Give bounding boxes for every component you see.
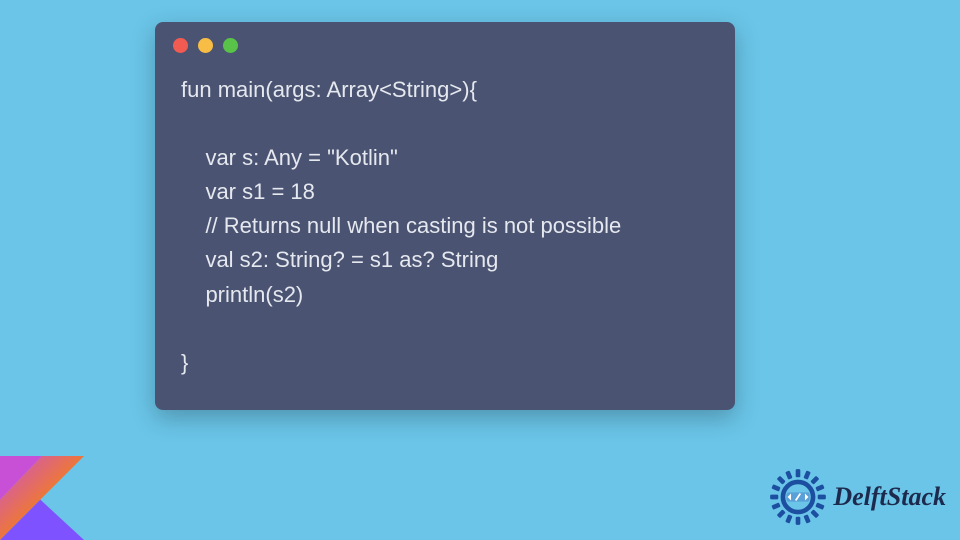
code-window: fun main(args: Array<String>){ var s: An… [155, 22, 735, 410]
kotlin-logo-icon [0, 456, 84, 540]
gear-logo-icon [769, 468, 827, 526]
close-dot-icon [173, 38, 188, 53]
maximize-dot-icon [223, 38, 238, 53]
brand-name: DelftStack [833, 482, 946, 512]
minimize-dot-icon [198, 38, 213, 53]
window-titlebar [155, 22, 735, 61]
code-block: fun main(args: Array<String>){ var s: An… [155, 61, 735, 386]
delftstack-branding: DelftStack [769, 468, 946, 526]
